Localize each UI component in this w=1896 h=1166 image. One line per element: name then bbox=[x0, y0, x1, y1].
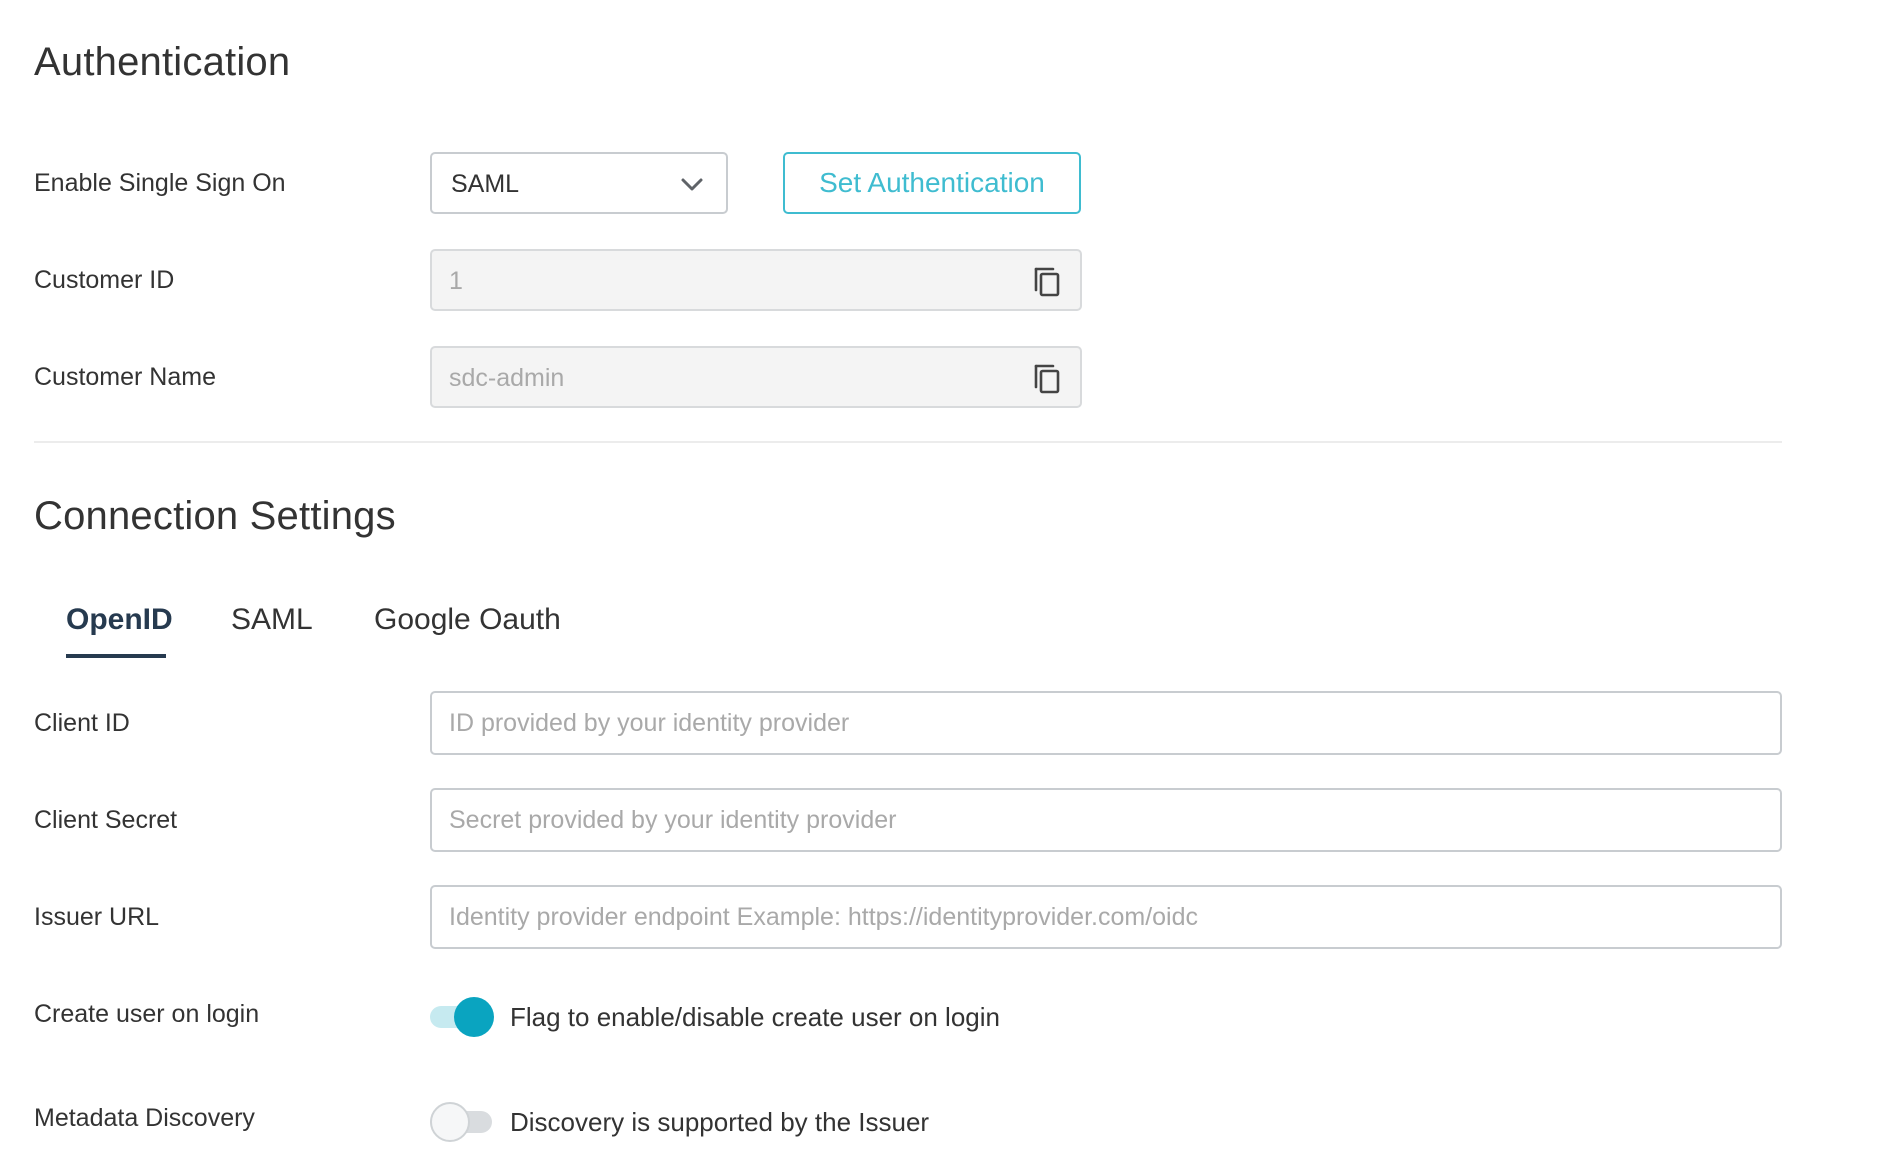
customer-id-field: 1 bbox=[430, 249, 1082, 311]
toggle-knob bbox=[454, 997, 494, 1037]
client-secret-label: Client Secret bbox=[34, 806, 178, 834]
client-id-label: Client ID bbox=[34, 709, 130, 737]
customer-id-label: Customer ID bbox=[34, 266, 175, 294]
sso-select[interactable]: SAML bbox=[430, 152, 728, 214]
enable-sso-label: Enable Single Sign On bbox=[34, 169, 286, 197]
metadata-discovery-label: Metadata Discovery bbox=[34, 1104, 255, 1132]
tab-openid[interactable]: OpenID bbox=[66, 600, 173, 640]
customer-name-label: Customer Name bbox=[34, 363, 216, 391]
metadata-discovery-toggle[interactable] bbox=[430, 1102, 494, 1142]
active-tab-indicator bbox=[66, 654, 166, 658]
create-user-toggle[interactable] bbox=[430, 997, 494, 1037]
copy-icon[interactable] bbox=[1032, 361, 1064, 395]
client-secret-input[interactable] bbox=[430, 788, 1782, 852]
tab-google-oauth[interactable]: Google Oauth bbox=[374, 600, 561, 640]
copy-icon[interactable] bbox=[1032, 264, 1064, 298]
connection-settings-title: Connection Settings bbox=[34, 494, 396, 538]
create-user-label: Create user on login bbox=[34, 1000, 260, 1028]
customer-name-field: sdc-admin bbox=[430, 346, 1082, 408]
create-user-description: Flag to enable/disable create user on lo… bbox=[510, 1002, 1000, 1032]
section-divider bbox=[34, 441, 1782, 443]
issuer-url-label: Issuer URL bbox=[34, 903, 160, 931]
sso-select-value: SAML bbox=[451, 170, 520, 198]
issuer-url-input[interactable] bbox=[430, 885, 1782, 949]
metadata-discovery-description: Discovery is supported by the Issuer bbox=[510, 1107, 930, 1137]
authentication-title: Authentication bbox=[34, 40, 291, 84]
customer-name-value: sdc-admin bbox=[449, 364, 565, 392]
authentication-settings-page: Authentication Enable Single Sign On SAM… bbox=[0, 0, 1896, 1166]
customer-id-value: 1 bbox=[449, 267, 463, 295]
tab-saml[interactable]: SAML bbox=[231, 600, 313, 640]
toggle-knob bbox=[430, 1102, 470, 1142]
client-id-input[interactable] bbox=[430, 691, 1782, 755]
chevron-down-icon bbox=[676, 168, 708, 200]
set-authentication-button[interactable]: Set Authentication bbox=[783, 152, 1081, 214]
